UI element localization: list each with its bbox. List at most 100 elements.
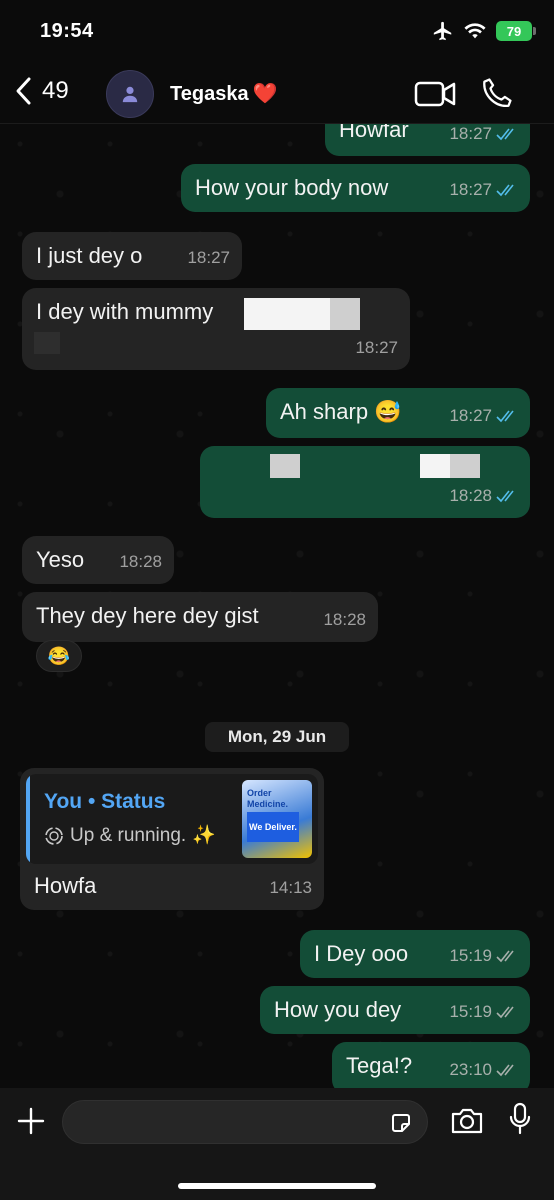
home-indicator[interactable] <box>178 1183 376 1189</box>
battery-level: 79 <box>506 23 522 39</box>
message-text: I just dey o <box>36 243 143 268</box>
video-call-icon[interactable] <box>414 80 456 108</box>
message-text: How you dey <box>274 997 402 1022</box>
message-time: 18:28 <box>119 552 162 571</box>
outgoing-message[interactable]: Howfar 18:27 <box>325 124 530 156</box>
message-meta: 18:28 <box>323 606 366 634</box>
phone-icon[interactable] <box>480 76 514 110</box>
back-button[interactable]: 49 <box>14 76 69 106</box>
double-tick-icon <box>496 1006 514 1019</box>
airplane-icon <box>433 21 452 41</box>
plus-icon[interactable] <box>16 1106 46 1136</box>
chat-area[interactable]: Howfar 18:27 How your body now 18:27 I j… <box>0 124 554 1088</box>
message-time: 18:28 <box>449 486 492 505</box>
outgoing-message[interactable]: I Dey ooo 15:19 <box>300 930 530 978</box>
message-meta: 14:13 <box>269 874 312 902</box>
reply-subtitle: Up & running. ✨ <box>44 822 216 850</box>
incoming-message[interactable]: You • Status Up & running. ✨ Order Medic… <box>20 768 324 910</box>
message-text-body: Ah sharp <box>280 399 369 424</box>
message-meta: 18:28 <box>119 548 162 576</box>
double-tick-icon <box>496 490 514 503</box>
redacted-block <box>330 298 360 330</box>
message-text: I dey with mummy <box>36 299 214 324</box>
outgoing-message[interactable]: Tega!? 23:10 <box>332 1042 530 1088</box>
microphone-icon[interactable] <box>508 1102 532 1136</box>
incoming-message[interactable]: I just dey o 18:27 <box>22 232 242 280</box>
outgoing-message[interactable]: Ah sharp 😅 18:27 <box>266 388 530 438</box>
incoming-message[interactable]: Yeso 18:28 <box>22 536 174 584</box>
contact-name-text: Tegaska <box>170 83 249 105</box>
message-time: 18:27 <box>187 248 230 267</box>
sparkles-emoji: ✨ <box>192 825 216 846</box>
message-meta: 18:27 <box>449 176 518 204</box>
status-ring-icon <box>45 827 63 845</box>
status-icons: 79 <box>432 20 536 42</box>
person-icon <box>122 86 138 103</box>
reply-title: You • Status <box>44 790 166 813</box>
chat-header: 49 Tegaska ❤️ <box>0 64 554 124</box>
message-meta: 18:27 <box>187 244 230 272</box>
unread-count: 49 <box>42 77 69 104</box>
joy-emoji: 😂 <box>47 645 71 666</box>
outgoing-message[interactable]: How your body now 18:27 <box>181 164 530 212</box>
status-bar: 19:54 79 <box>0 0 554 64</box>
status-time: 19:54 <box>40 20 94 42</box>
message-meta: 15:19 <box>449 942 518 970</box>
redacted-block <box>420 454 450 478</box>
date-separator: Mon, 29 Jun <box>205 722 349 752</box>
status-reply-card[interactable]: You • Status Up & running. ✨ Order Medic… <box>26 774 318 864</box>
message-text: I Dey ooo <box>314 941 409 966</box>
incoming-message[interactable]: They dey here dey gist 18:28 <box>22 592 378 642</box>
avatar[interactable] <box>106 70 154 118</box>
message-meta: 18:27 <box>449 402 518 430</box>
status-thumbnail: Order Medicine. We Deliver. <box>242 780 312 858</box>
sticker-icon[interactable] <box>389 1111 413 1135</box>
double-tick-icon <box>496 950 514 963</box>
message-meta: 18:27 <box>355 334 398 362</box>
message-text: Ah sharp 😅 <box>280 398 402 426</box>
contact-name[interactable]: Tegaska ❤️ <box>170 81 277 106</box>
message-time: 23:10 <box>449 1060 492 1079</box>
message-time: 15:19 <box>449 946 492 965</box>
message-input[interactable] <box>62 1100 428 1144</box>
wifi-icon <box>464 23 486 39</box>
redacted-block <box>450 454 480 478</box>
message-text: They dey here dey gist <box>36 603 259 628</box>
battery-icon: 79 <box>496 21 536 41</box>
message-time: 18:28 <box>323 610 366 629</box>
incoming-message[interactable]: I dey with mummy 18:27 <box>22 288 410 370</box>
outgoing-message[interactable]: 18:28 <box>200 446 530 518</box>
double-tick-icon <box>496 410 514 423</box>
redacted-block <box>244 298 332 330</box>
sweat-smile-emoji: 😅 <box>374 399 402 424</box>
message-time: 14:13 <box>269 878 312 897</box>
double-tick-icon <box>496 1064 514 1077</box>
message-time: 18:27 <box>355 338 398 357</box>
reply-subtitle-text: Up & running. <box>70 825 187 846</box>
message-text: Howfa <box>34 873 97 898</box>
redacted-block <box>34 332 60 354</box>
outgoing-message[interactable]: How you dey 15:19 <box>260 986 530 1034</box>
redacted-block <box>270 454 300 478</box>
reply-accent-bar <box>26 774 30 864</box>
message-time: 18:27 <box>449 180 492 199</box>
message-time: 18:27 <box>449 124 492 143</box>
thumbnail-text: We Deliver. <box>247 812 299 842</box>
message-text: Tega!? <box>346 1053 413 1078</box>
double-tick-icon <box>496 128 514 141</box>
message-text: How your body now <box>195 175 389 200</box>
message-meta: 18:27 <box>449 124 518 148</box>
back-chevron-icon <box>16 77 31 105</box>
message-meta: 23:10 <box>449 1056 518 1084</box>
message-time: 15:19 <box>449 1002 492 1021</box>
reaction-chip[interactable]: 😂 <box>36 640 82 672</box>
camera-icon[interactable] <box>450 1106 484 1136</box>
message-text: Howfar <box>339 124 409 142</box>
message-meta: 15:19 <box>449 998 518 1026</box>
thumbnail-text: Order Medicine. <box>247 788 289 809</box>
heart-emoji: ❤️ <box>252 83 278 105</box>
message-time: 18:27 <box>449 406 492 425</box>
double-tick-icon <box>496 184 514 197</box>
message-meta: 18:28 <box>449 482 518 510</box>
message-text: Yeso <box>36 547 85 572</box>
